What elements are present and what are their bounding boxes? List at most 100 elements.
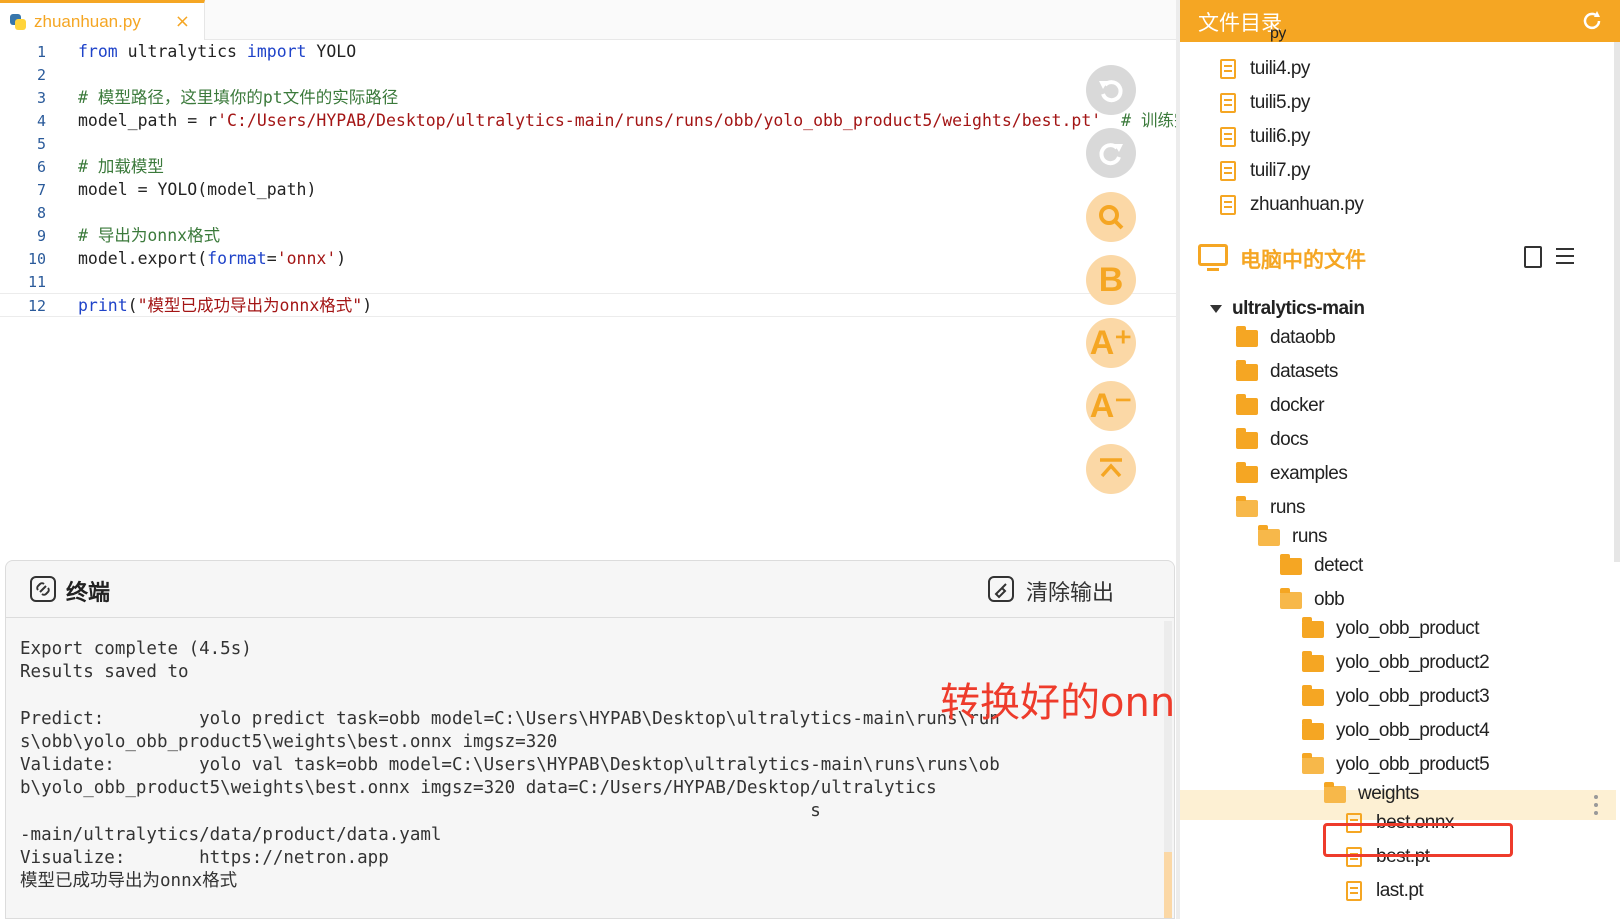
file-icon [1220,127,1236,147]
tree-folder[interactable]: docker [1236,389,1325,423]
tree-folder[interactable]: yolo_obb_product [1302,612,1480,646]
terminal-line: s\obb\yolo_obb_product5\weights\best.onn… [20,732,558,752]
explorer-header: 文件目录 [1180,0,1620,42]
file-item[interactable]: tuili6.py [1220,120,1310,154]
file-label: zhuanhuan.py [1250,194,1364,215]
tree-label: docker [1270,395,1325,416]
line-number: 12 [27,297,46,315]
tree-label: yolo_obb_product2 [1336,652,1490,673]
terminal-line: Visualize: https://netron.app [20,848,389,868]
code-line[interactable]: 9 # 导出为onnx格式 [0,224,1182,248]
undo-icon[interactable] [1086,65,1136,115]
refresh-icon[interactable] [1580,9,1604,33]
scroll-top-icon[interactable] [1086,444,1136,494]
line-number: 1 [36,43,46,61]
terminal-line: s [20,801,821,821]
terminal-line: Results saved to [20,662,189,682]
close-icon[interactable]: × [175,11,190,32]
code-text: model_path = r'C:/Users/HYPAB/Desktop/ul… [78,111,1207,130]
redo-icon[interactable] [1086,128,1136,178]
code-line[interactable]: 10 model.export(format='onnx') [0,247,1182,271]
new-file-icon[interactable] [1524,246,1542,268]
partial-file-label[interactable]: py [1270,26,1286,42]
code-line[interactable]: 3 # 模型路径，这里填你的pt文件的实际路径 [0,86,1182,110]
terminal-line: Validate: yolo val task=obb model=C:\Use… [20,755,1000,775]
folder-icon [1236,325,1258,347]
code-text: # 导出为onnx格式 [78,226,221,245]
code-line[interactable]: 7 model = YOLO(model_path) [0,178,1182,202]
code-editor: zhuanhuan.py × 1 from ultralytics import … [0,0,1207,560]
python-file-icon [10,13,26,30]
highlight-box [1323,823,1513,857]
code-line[interactable]: 12 print("模型已成功导出为onnx格式") [0,293,1182,317]
folder-icon [1280,553,1302,575]
line-number: 10 [27,250,46,268]
folder-icon [1302,718,1324,740]
clear-output-icon[interactable] [988,576,1014,602]
file-label: tuili5.py [1250,92,1310,113]
file-icon [1220,59,1236,79]
file-item[interactable]: zhuanhuan.py [1220,188,1364,222]
computer-files-header: 电脑中的文件 [1198,240,1608,280]
tree-label: weights [1358,783,1419,804]
code-line[interactable]: 5 [0,132,1182,156]
tree-file[interactable]: last.pt [1346,874,1424,908]
tree-folder[interactable]: yolo_obb_product3 [1302,680,1490,714]
tree-label: obb [1314,589,1345,610]
menu-icon[interactable] [1556,248,1574,264]
code-text: model.export(format='onnx') [78,249,347,268]
tree-folder[interactable]: yolo_obb_product4 [1302,714,1490,748]
folder-icon [1302,650,1324,672]
search-icon[interactable] [1086,192,1136,242]
more-options-icon[interactable] [1594,795,1598,815]
folder-icon [1236,461,1258,483]
code-line[interactable]: 6 # 加载模型 [0,155,1182,179]
folder-icon [1302,616,1324,638]
code-text: from ultralytics import YOLO [78,42,357,61]
terminal-scrollbar[interactable] [1164,621,1172,918]
tree-folder[interactable]: dataobb [1236,321,1336,355]
explorer-scrollbar[interactable] [1614,42,1620,562]
code-line[interactable]: 1 from ultralytics import YOLO [0,40,1182,64]
tab-bar: zhuanhuan.py × [0,0,1182,40]
folder-icon [1236,427,1258,449]
line-number: 8 [36,204,46,222]
tree-label: dataobb [1270,327,1336,348]
code-area[interactable]: 1 from ultralytics import YOLO 2 3 # 模型路径，这里… [0,40,1207,560]
code-text: # 模型路径，这里填你的pt文件的实际路径 [78,88,399,107]
terminal-line: -main/ultralytics/data/product/data.yaml [20,825,442,845]
code-text: # 加载模型 [78,157,164,176]
bold-icon[interactable]: B [1086,255,1136,305]
folder-icon [1302,684,1324,706]
caret-down-icon[interactable] [1210,305,1222,313]
font-decrease-icon[interactable]: A⁻ [1086,381,1136,431]
tree-folder[interactable]: yolo_obb_product2 [1302,646,1490,680]
tree-label: yolo_obb_product4 [1336,720,1490,741]
tree-folder[interactable]: examples [1236,457,1348,491]
code-line[interactable]: 8 [0,201,1182,225]
file-item[interactable]: tuili7.py [1220,154,1310,188]
code-text: model = YOLO(model_path) [78,180,317,199]
line-number: 3 [36,89,46,107]
file-label: tuili4.py [1250,58,1310,79]
line-number: 7 [36,181,46,199]
tab-zhuanhuan[interactable]: zhuanhuan.py × [0,0,205,40]
tree-folder[interactable]: datasets [1236,355,1338,389]
line-number: 9 [36,227,46,245]
file-icon [1220,195,1236,215]
code-line[interactable]: 4 model_path = r'C:/Users/HYPAB/Desktop/u… [0,109,1207,133]
file-item[interactable]: tuili4.py [1220,52,1310,86]
terminal-panel: 终端 清除输出 Export complete (4.5s) Results sa… [5,560,1175,919]
code-line[interactable]: 2 [0,63,1182,87]
tree-folder[interactable]: detect [1280,549,1363,583]
file-item[interactable]: tuili5.py [1220,86,1310,120]
clear-output-button[interactable]: 清除输出 [1026,575,1114,607]
terminal-line: Predict: yolo predict task=obb model=C:\… [20,709,1000,729]
tree-folder[interactable]: docs [1236,423,1309,457]
tree-label: yolo_obb_product5 [1336,754,1490,775]
file-icon [1346,881,1362,901]
terminal-header: 终端 清除输出 [6,561,1174,618]
code-line[interactable]: 11 [0,270,1182,294]
font-increase-icon[interactable]: A⁺ [1086,318,1136,368]
tree-label: last.pt [1376,880,1424,901]
